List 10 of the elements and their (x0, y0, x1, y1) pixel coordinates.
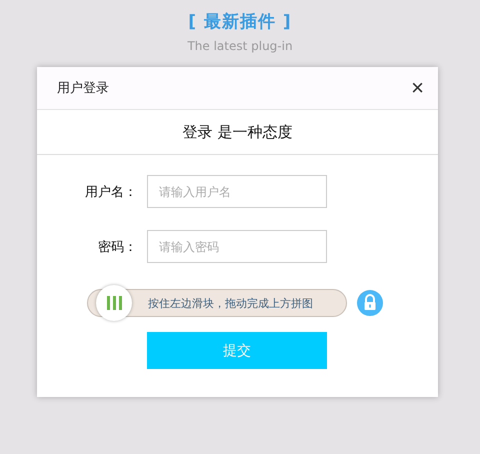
field-label: 密码： (97, 238, 138, 256)
input-field[interactable]: 请输入用户名 (147, 175, 327, 208)
input-field[interactable]: 请输入密码 (147, 230, 327, 263)
dialog-title: 用户登录 (57, 80, 109, 97)
slider-hint: 按住左边滑块，拖动完成上方拼图 (148, 296, 313, 310)
login-heading: 登录 是一种态度 (182, 122, 292, 142)
slider-handle[interactable] (96, 285, 132, 321)
section-title: [ 最新插件 ] (188, 11, 292, 33)
section-subtitle: The latest plug-in (187, 39, 293, 53)
field-label: 用户名： (84, 184, 138, 200)
